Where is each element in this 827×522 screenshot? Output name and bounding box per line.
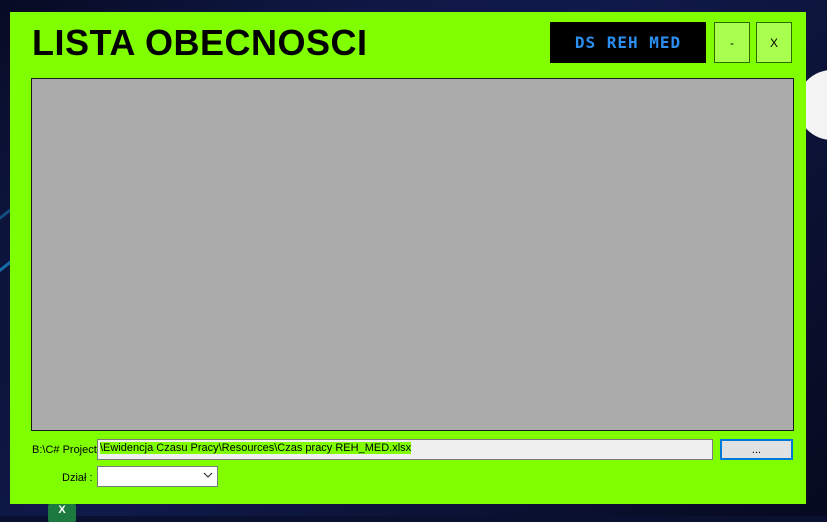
minimize-button[interactable]: - — [714, 22, 750, 63]
attendance-data-grid[interactable] — [31, 78, 794, 431]
excel-taskbar-icon[interactable]: X — [48, 504, 76, 522]
department-label: Dział : — [62, 472, 93, 484]
minimize-label: - — [730, 35, 734, 50]
app-title: LISTA OBECNOSCI — [32, 22, 368, 63]
brand-logo: DS REH MED — [550, 22, 706, 63]
browse-label: ... — [751, 443, 762, 456]
close-button[interactable]: X — [756, 22, 792, 63]
department-select[interactable] — [97, 466, 218, 487]
attendance-window: LISTA OBECNOSCI DS REH MED - X B:\C# Pro… — [10, 12, 806, 504]
file-path-selected-text: \Ewidencja Czasu Pracy\Resources\Czas pr… — [100, 442, 412, 454]
file-path-label: B:\C# Project — [32, 444, 97, 456]
browse-button[interactable]: ... — [720, 439, 793, 460]
close-label: X — [769, 35, 778, 50]
chevron-down-icon — [203, 472, 213, 478]
excel-icon-label: X — [58, 504, 66, 516]
file-path-field[interactable]: \Ewidencja Czasu Pracy\Resources\Czas pr… — [97, 439, 713, 460]
brand-logo-text: DS REH MED — [574, 33, 682, 52]
